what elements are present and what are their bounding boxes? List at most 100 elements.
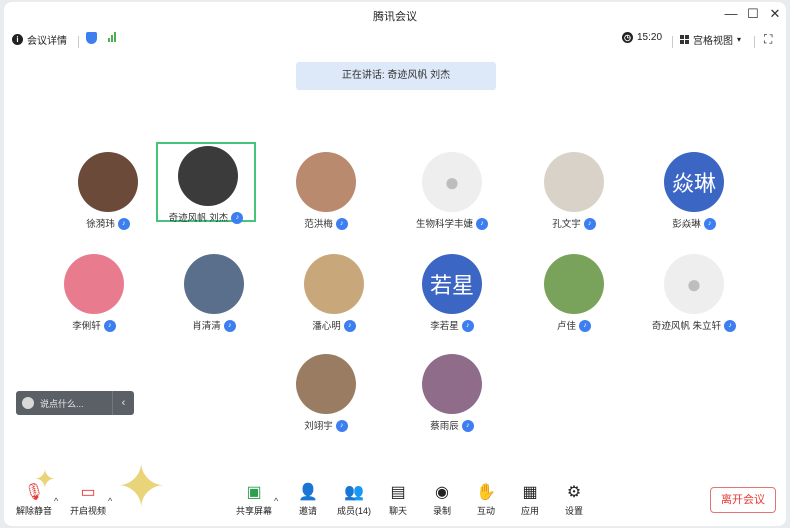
participant-name-text: 潘心明 [312, 321, 341, 332]
chat-input-bar[interactable]: 说点什么... ‹ [16, 391, 134, 415]
settings-button[interactable]: ⚙ 设置 [554, 484, 594, 517]
mic-status-icon: ♪ [335, 218, 348, 231]
view-mode-dropdown[interactable]: 宫格视图 ▾ [680, 32, 741, 47]
start-video-button[interactable]: ▭ 开启视频 [68, 484, 108, 517]
participant-name-text: 李若星 [430, 321, 459, 332]
shield-icon [86, 32, 97, 44]
participant-tile[interactable]: 蔡雨辰 ♪ [402, 352, 502, 433]
mic-status-icon: ♪ [476, 218, 488, 231]
emoji-icon[interactable] [22, 397, 34, 409]
grid-icon [680, 35, 689, 44]
record-button[interactable]: ◉ 录制 [422, 484, 462, 517]
network-status[interactable] [108, 32, 116, 42]
participant-name-text: 范洪梅 [304, 219, 333, 230]
participant-name: 蔡雨辰 ♪ [382, 418, 522, 433]
participant-name-text: 奇迹风帆 朱立轩 [651, 321, 722, 332]
participant-name-text: 刘翊宇 [304, 421, 333, 432]
leave-meeting-button[interactable]: 离开会议 [710, 487, 776, 513]
mic-status-icon: ♪ [461, 320, 474, 333]
default-user-icon: ● [686, 268, 702, 299]
participant-name: 奇迹风帆 刘杰 ♪ [138, 210, 274, 225]
mic-status-icon: ♪ [724, 320, 737, 333]
share-screen-button[interactable]: ▣ 共享屏幕 [234, 484, 274, 517]
avatar [544, 152, 604, 212]
mic-options-chevron-icon[interactable]: ^ [54, 496, 58, 506]
invite-button[interactable]: 👤 邀请 [288, 484, 328, 517]
participant-name: 肖清清 ♪ [144, 318, 284, 333]
clock-icon: ◷ [622, 32, 633, 43]
participant-tile[interactable]: ● 奇迹风帆 朱立轩 ♪ [644, 252, 744, 333]
meeting-window: 腾讯会议 — ☐ ✕ i 会议详情 ◷ 15:20 宫格视图 ▾ ⛶ 正在讲话:… [4, 2, 786, 526]
maximize-icon[interactable]: ☐ [742, 6, 764, 22]
record-icon: ◉ [435, 484, 449, 501]
mic-status-icon: ♪ [461, 420, 474, 433]
mic-status-icon: ♪ [231, 212, 244, 225]
meeting-details-button[interactable]: i 会议详情 [12, 32, 67, 47]
share-screen-icon: ▣ [246, 484, 262, 501]
participant-tile[interactable]: 刘翊宇 ♪ [276, 352, 376, 433]
participant-name: 范洪梅 ♪ [256, 216, 396, 231]
participant-tile[interactable]: 焱琳 彭焱琳 ♪ [644, 150, 744, 231]
participant-name-text: 卢佳 [556, 321, 576, 332]
participant-tile[interactable]: 孔文宇 ♪ [524, 150, 624, 231]
sparkle-decoration-large: ✦ [116, 453, 167, 520]
participant-name: 孔文宇 ♪ [504, 216, 644, 231]
settings-label: 设置 [564, 506, 583, 516]
video-options-chevron-icon[interactable]: ^ [108, 496, 112, 506]
participant-tile[interactable]: 潘心明 ♪ [284, 252, 384, 333]
minimize-icon[interactable]: — [720, 6, 742, 21]
signal-icon [108, 32, 116, 42]
participant-tile[interactable]: 范洪梅 ♪ [276, 150, 376, 231]
view-mode-label: 宫格视图 [693, 36, 733, 47]
record-label: 录制 [432, 506, 451, 516]
title-bar: 腾讯会议 — ☐ ✕ [4, 2, 786, 28]
participant-name: 奇迹风帆 朱立轩 ♪ [624, 318, 764, 333]
participant-name: 李若星 ♪ [382, 318, 522, 333]
participant-tile[interactable]: ● 生物科学丰婕 ♪ [402, 150, 502, 231]
default-user-icon: ● [444, 166, 460, 197]
participant-tile-active[interactable]: 奇迹风帆 刘杰 ♪ [156, 142, 256, 225]
participant-tile[interactable]: 若星 李若星 ♪ [402, 252, 502, 333]
participant-tile[interactable]: 李俐轩 ♪ [44, 252, 144, 333]
members-icon: 👥 [344, 484, 364, 501]
participant-name-text: 生物科学丰婕 [415, 219, 473, 230]
apps-button[interactable]: ▦ 应用 [510, 484, 550, 517]
chat-label: 聊天 [388, 506, 407, 516]
participant-name-text: 奇迹风帆 刘杰 [168, 213, 229, 224]
mic-status-icon: ♪ [343, 320, 356, 333]
chat-button[interactable]: ▤ 聊天 [378, 484, 418, 517]
invite-user-icon: 👤 [298, 484, 318, 501]
participant-name: 刘翊宇 ♪ [256, 418, 396, 433]
avatar: ● [664, 254, 724, 314]
unmute-label: 解除静音 [15, 506, 52, 516]
avatar [178, 146, 238, 206]
members-label: 成员(14) [336, 506, 371, 516]
mic-status-icon: ♪ [117, 218, 130, 231]
speaking-banner: 正在讲话: 奇迹风帆 刘杰 [296, 62, 496, 90]
share-options-chevron-icon[interactable]: ^ [274, 496, 278, 506]
participant-name-text: 孔文宇 [552, 219, 581, 230]
sparkle-decoration: ✦ [34, 464, 56, 494]
participant-name-text: 李俐轩 [72, 321, 101, 332]
meeting-details-label: 会议详情 [27, 36, 67, 47]
gear-icon: ⚙ [566, 484, 582, 501]
mic-status-icon: ♪ [335, 420, 348, 433]
members-button[interactable]: 👥 成员(14) [334, 484, 374, 517]
apps-grid-icon: ▦ [522, 484, 538, 501]
info-icon: i [12, 34, 23, 45]
participant-name-text: 肖清清 [192, 321, 221, 332]
camera-off-icon: ▭ [80, 484, 96, 501]
reactions-button[interactable]: ✋ 互动 [466, 484, 506, 517]
participant-name-text: 蔡雨辰 [430, 421, 459, 432]
participant-tile[interactable]: 肖清清 ♪ [164, 252, 264, 333]
mic-status-icon: ♪ [583, 218, 596, 231]
participant-tile[interactable]: 卢佳 ♪ [524, 252, 624, 333]
reaction-icon: ✋ [476, 484, 496, 501]
chevron-down-icon: ▾ [737, 35, 742, 44]
collapse-chat-icon[interactable]: ‹ [112, 391, 134, 415]
security-button[interactable] [86, 32, 97, 44]
mic-status-icon: ♪ [579, 320, 591, 333]
fullscreen-icon[interactable]: ⛶ [764, 32, 772, 47]
avatar [78, 152, 138, 212]
close-icon[interactable]: ✕ [764, 6, 786, 22]
